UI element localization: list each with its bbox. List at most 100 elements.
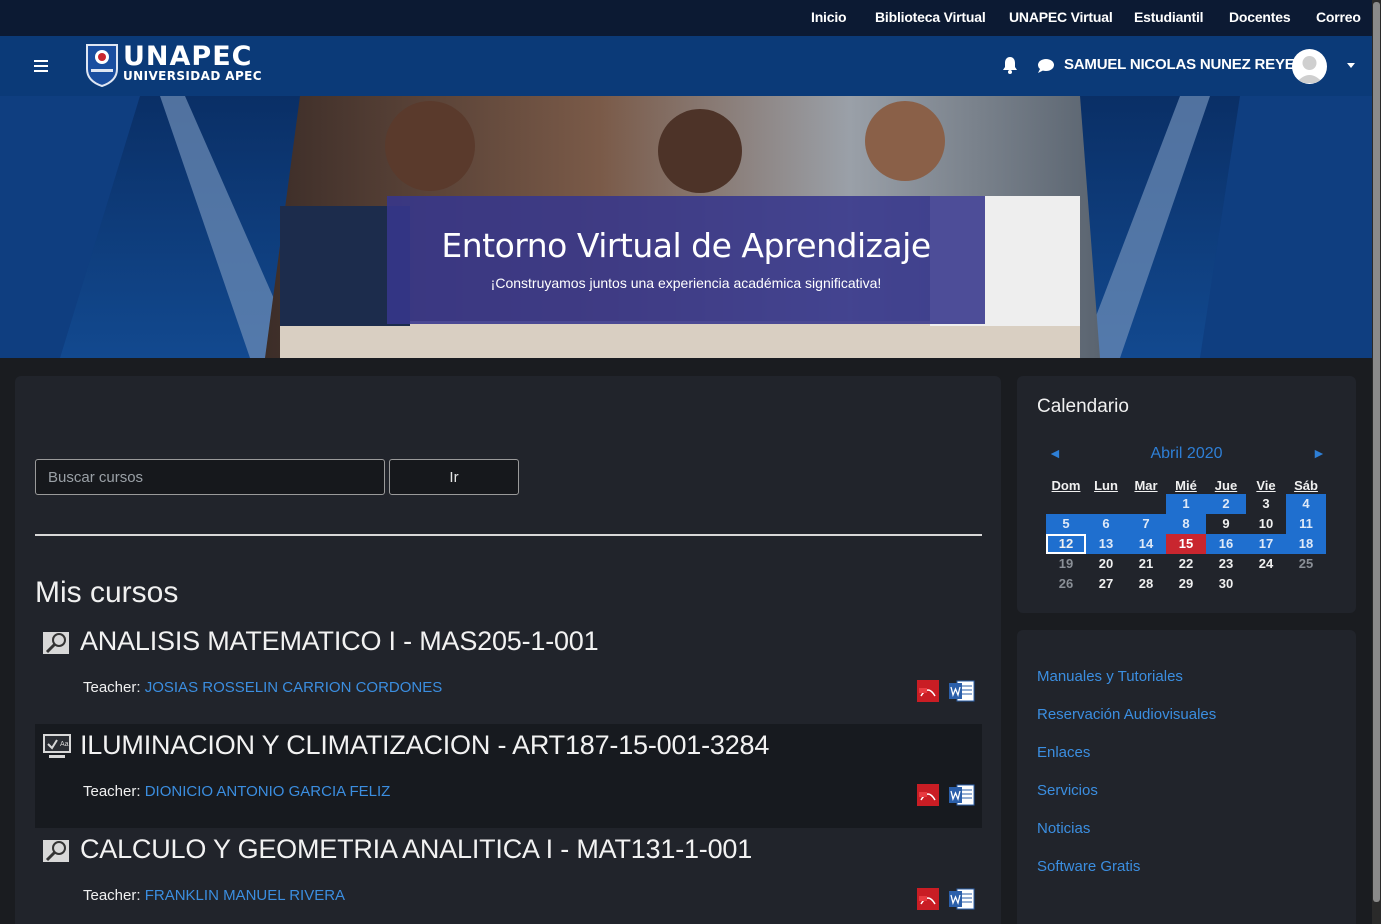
topnav-inicio-link[interactable]: Inicio <box>811 9 847 25</box>
calendar-day[interactable]: 30 <box>1206 574 1246 594</box>
calendar-day[interactable]: 7 <box>1126 514 1166 534</box>
calendar-day[interactable]: 9 <box>1206 514 1246 534</box>
svg-text:Aa: Aa <box>60 741 69 748</box>
chat-icon[interactable] <box>1037 58 1055 74</box>
main-navbar: UNAPEC UNIVERSIDAD APEC SAMUEL NICOLAS N… <box>0 36 1372 96</box>
course-magnifier-icon <box>43 632 69 654</box>
topnav-biblioteca-link[interactable]: Biblioteca Virtual <box>875 9 986 25</box>
calendar-day[interactable]: 27 <box>1086 574 1126 594</box>
teacher-label: Teacher: <box>83 887 141 904</box>
topnav-docentes-link[interactable]: Docentes <box>1229 9 1291 25</box>
calendar-day[interactable]: 8 <box>1166 514 1206 534</box>
hero-subtitle: ¡Construyamos juntos una experiencia aca… <box>490 275 882 291</box>
calendar-title: Calendario <box>1037 396 1129 417</box>
calendar-day[interactable]: 28 <box>1126 574 1166 594</box>
calendar-next-arrow-icon[interactable]: ► <box>1312 445 1326 461</box>
calendar-weekday-header: Mar <box>1134 478 1158 493</box>
topnav-correo-link[interactable]: Correo <box>1316 9 1361 25</box>
course-item: ANALISIS MATEMATICO I - MAS205-1-001 Tea… <box>35 620 982 724</box>
calendar-weekday-header: Sáb <box>1294 478 1318 493</box>
user-name[interactable]: SAMUEL NICOLAS NUNEZ REYES <box>1064 56 1305 73</box>
calendar-day[interactable]: 12 <box>1046 534 1086 554</box>
topnav-unapec-virtual-link[interactable]: UNAPEC Virtual <box>1009 9 1113 25</box>
calendar-weekday-header: Lun <box>1094 478 1118 493</box>
calendar-day[interactable]: 14 <box>1126 534 1166 554</box>
calendar-weekday-header: Mié <box>1175 478 1197 493</box>
bell-icon[interactable] <box>1002 56 1018 74</box>
link-software-gratis[interactable]: Software Gratis <box>1037 858 1140 875</box>
calendar-day[interactable]: 20 <box>1086 554 1126 574</box>
word-doc-icon[interactable] <box>949 784 975 806</box>
link-noticias[interactable]: Noticias <box>1037 820 1090 837</box>
calendar-day[interactable]: 18 <box>1286 534 1326 554</box>
hero-banner: Entorno Virtual de Aprendizaje ¡Construy… <box>0 96 1372 358</box>
avatar[interactable] <box>1292 49 1327 84</box>
search-go-button[interactable]: Ir <box>389 459 519 495</box>
course-item: CALCULO Y GEOMETRIA ANALITICA I - MAT131… <box>35 828 982 924</box>
useful-links-block: Manuales y Tutoriales Reservación Audiov… <box>1017 630 1356 924</box>
calendar-day[interactable]: 4 <box>1286 494 1326 514</box>
course-presentation-icon: Aa <box>43 734 71 758</box>
calendar-day[interactable]: 10 <box>1246 514 1286 534</box>
teacher-label: Teacher: <box>83 783 141 800</box>
teacher-row: Teacher: DIONICIO ANTONIO GARCIA FELIZ <box>83 783 390 800</box>
course-magnifier-icon <box>43 840 69 862</box>
calendar-day[interactable]: 23 <box>1206 554 1246 574</box>
calendar-day[interactable]: 22 <box>1166 554 1206 574</box>
teacher-row: Teacher: JOSIAS ROSSELIN CARRION CORDONE… <box>83 679 442 696</box>
shield-logo-icon <box>86 44 118 87</box>
calendar-day[interactable]: 3 <box>1246 494 1286 514</box>
course-title-link[interactable]: CALCULO Y GEOMETRIA ANALITICA I - MAT131… <box>80 834 752 865</box>
pdf-icon[interactable] <box>917 784 941 806</box>
calendar-prev-arrow-icon[interactable]: ◄ <box>1048 445 1062 461</box>
hero-overlay: Entorno Virtual de Aprendizaje ¡Construy… <box>387 196 985 324</box>
logo-sub-text: UNIVERSIDAD APEC <box>123 69 262 83</box>
calendar-month-label[interactable]: Abril 2020 <box>1017 445 1356 463</box>
link-reservacion[interactable]: Reservación Audiovisuales <box>1037 706 1216 723</box>
course-item: Aa ILUMINACION Y CLIMATIZACION - ART187-… <box>35 724 982 828</box>
calendar-day[interactable]: 24 <box>1246 554 1286 574</box>
page-scrollbar[interactable] <box>1372 0 1381 924</box>
link-manuales[interactable]: Manuales y Tutoriales <box>1037 668 1183 685</box>
divider <box>35 534 982 536</box>
scrollbar-thumb[interactable] <box>1373 2 1380 902</box>
menu-icon[interactable] <box>34 60 48 72</box>
calendar-day[interactable]: 29 <box>1166 574 1206 594</box>
calendar-day[interactable]: 21 <box>1126 554 1166 574</box>
word-doc-icon[interactable] <box>949 680 975 702</box>
pdf-icon[interactable] <box>917 888 941 910</box>
top-navigation: Inicio Biblioteca Virtual UNAPEC Virtual… <box>0 0 1372 36</box>
word-doc-icon[interactable] <box>949 888 975 910</box>
search-courses-input[interactable] <box>35 459 385 495</box>
calendar-day[interactable]: 17 <box>1246 534 1286 554</box>
chevron-down-icon[interactable] <box>1347 63 1355 68</box>
link-servicios[interactable]: Servicios <box>1037 782 1098 799</box>
course-title-link[interactable]: ANALISIS MATEMATICO I - MAS205-1-001 <box>80 626 599 657</box>
calendar-day[interactable]: 2 <box>1206 494 1246 514</box>
calendar-weekday-header: Dom <box>1051 478 1081 493</box>
teacher-name-link[interactable]: JOSIAS ROSSELIN CARRION CORDONES <box>145 679 443 696</box>
calendar-day[interactable]: 16 <box>1206 534 1246 554</box>
pdf-icon[interactable] <box>917 680 941 702</box>
calendar-day[interactable]: 6 <box>1086 514 1126 534</box>
link-enlaces[interactable]: Enlaces <box>1037 744 1090 761</box>
teacher-row: Teacher: FRANKLIN MANUEL RIVERA <box>83 887 345 904</box>
calendar-day[interactable]: 1 <box>1166 494 1206 514</box>
my-courses-heading: Mis cursos <box>35 576 179 609</box>
teacher-name-link[interactable]: DIONICIO ANTONIO GARCIA FELIZ <box>145 783 391 800</box>
main-content: Ir Mis cursos ANALISIS MATEMATICO I - MA… <box>15 376 1001 924</box>
course-title-link[interactable]: ILUMINACION Y CLIMATIZACION - ART187-15-… <box>80 730 769 761</box>
calendar-day[interactable]: 25 <box>1286 554 1326 574</box>
teacher-name-link[interactable]: FRANKLIN MANUEL RIVERA <box>145 887 345 904</box>
calendar-day[interactable]: 13 <box>1086 534 1126 554</box>
calendar-day[interactable]: 15 <box>1166 534 1206 554</box>
teacher-label: Teacher: <box>83 679 141 696</box>
calendar-day[interactable]: 26 <box>1046 574 1086 594</box>
calendar-weekday-header: Vie <box>1256 478 1276 493</box>
calendar-day[interactable]: 5 <box>1046 514 1086 534</box>
topnav-estudiantil-link[interactable]: Estudiantil <box>1134 9 1204 25</box>
calendar-day[interactable]: 11 <box>1286 514 1326 534</box>
calendar-day[interactable]: 19 <box>1046 554 1086 574</box>
calendar-block: Calendario Abril 2020 ◄ ► Dom Lun Mar Mié Ju… <box>1017 376 1356 613</box>
unapec-logo[interactable]: UNAPEC UNIVERSIDAD APEC <box>85 43 265 89</box>
